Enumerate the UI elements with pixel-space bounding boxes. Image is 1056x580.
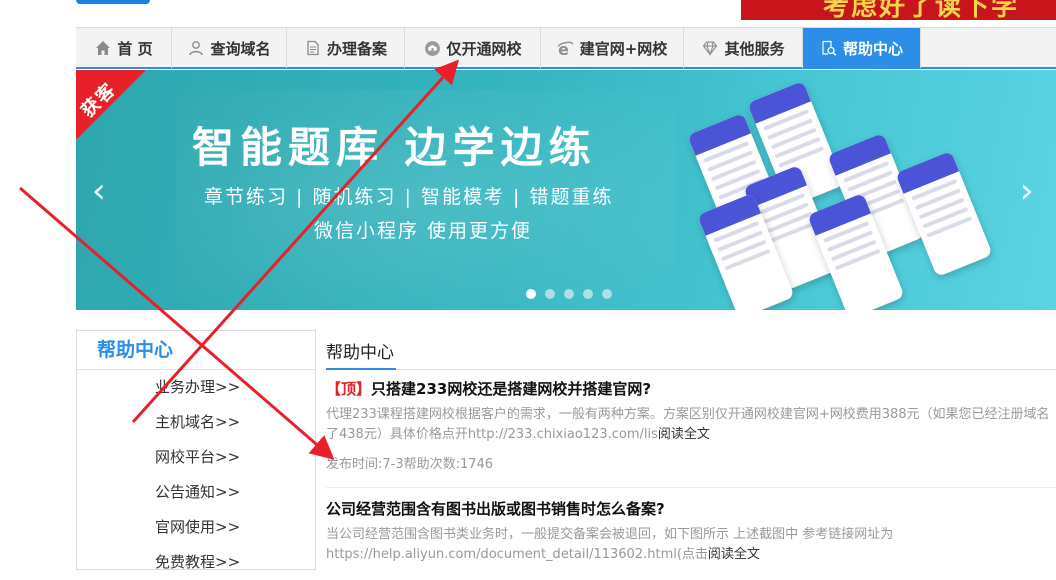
sidebar-item-announcements[interactable]: 公告通知>> bbox=[77, 475, 315, 510]
top-promo-banner[interactable]: 考虑好了读下学 bbox=[741, 0, 1056, 20]
nav-item-filing[interactable]: 办理备案 bbox=[287, 28, 405, 68]
nav-item-school-only[interactable]: 仅开通网校 bbox=[405, 28, 541, 68]
carousel-dots bbox=[526, 289, 612, 299]
browser-e-icon: e bbox=[557, 39, 575, 57]
article-summary: 代理233课程搭建网校根据客户的需求，一般有两种方案。方案区别仅开通网校建官网+… bbox=[326, 405, 1056, 445]
content-heading: 帮助中心 bbox=[326, 343, 394, 363]
read-more-link[interactable]: 阅读全文 bbox=[658, 427, 710, 442]
nav-item-home[interactable]: 首 页 bbox=[76, 28, 172, 68]
banner-subtitle-features: 章节练习 | 随机练习 | 智能模考 | 错题重练 bbox=[204, 186, 614, 208]
sidebar-item-website-usage[interactable]: 官网使用>> bbox=[77, 510, 315, 545]
article-divider bbox=[326, 487, 1056, 488]
article-title: 只搭建233网校还是搭建网校并搭建官网? bbox=[371, 380, 652, 398]
document-icon bbox=[304, 39, 322, 57]
carousel-dot-4[interactable] bbox=[583, 289, 593, 299]
school-icon bbox=[423, 39, 441, 57]
nav-label-site-school: 建官网+网校 bbox=[579, 39, 668, 58]
sidebar-item-school-platform[interactable]: 网校平台>> bbox=[77, 440, 315, 475]
top-strip: 考虑好了读下学 bbox=[0, 0, 1056, 26]
article-item: 【顶】只搭建233网校还是搭建网校并搭建官网? 代理233课程搭建网校根据客户的… bbox=[326, 378, 1056, 472]
article-meta: 发布时间:7-3帮助次数:1746 bbox=[326, 457, 494, 472]
main-nav: 首 页 查询域名 办理备案 仅开通网校 e 建官网+网校 其他服务 帮助中心 bbox=[76, 27, 1056, 69]
carousel-dot-3[interactable] bbox=[564, 289, 574, 299]
banner-title: 智能题库 边学边练 bbox=[192, 123, 597, 172]
nav-label-school-only: 仅开通网校 bbox=[446, 39, 522, 58]
logo[interactable] bbox=[76, 0, 150, 4]
nav-item-help-center[interactable]: 帮助中心 bbox=[803, 28, 921, 68]
sidebar-item-hosting-domain[interactable]: 主机域名>> bbox=[77, 405, 315, 440]
diamond-icon bbox=[701, 39, 719, 57]
nav-label-other-services: 其他服务 bbox=[724, 39, 785, 58]
heading-accent bbox=[326, 368, 396, 370]
heading-divider bbox=[326, 369, 1056, 370]
nav-item-other-services[interactable]: 其他服务 bbox=[684, 28, 803, 68]
banner-subtitle-miniprogram: 微信小程序 使用更方便 bbox=[314, 220, 533, 242]
carousel-banner[interactable]: 获客 智能题库 边学边练 章节练习 | 随机练习 | 智能模考 | 错题重练 微… bbox=[76, 70, 1056, 310]
carousel-next-icon[interactable]: › bbox=[1020, 174, 1034, 208]
help-content: 帮助中心 【顶】只搭建233网校还是搭建网校并搭建官网? 代理233课程搭建网校… bbox=[316, 330, 1056, 562]
nav-item-domain[interactable]: 查询域名 bbox=[172, 28, 287, 68]
carousel-dot-5[interactable] bbox=[602, 289, 612, 299]
user-icon bbox=[187, 39, 205, 57]
search-doc-icon bbox=[820, 39, 838, 57]
nav-label-filing: 办理备案 bbox=[326, 39, 387, 58]
read-more-link[interactable]: 阅读全文 bbox=[708, 547, 760, 562]
article-summary: 当公司经营范围含图书类业务时，一般提交备案会被退回，如下图所示 上述截图中 参考… bbox=[326, 525, 1056, 565]
article-title: 公司经营范围含有图书出版或图书销售时怎么备案? bbox=[326, 500, 665, 518]
nav-label-help-center: 帮助中心 bbox=[842, 39, 903, 58]
carousel-dot-1[interactable] bbox=[526, 289, 536, 299]
top-promo-text: 考虑好了读下学 bbox=[823, 0, 1020, 20]
article-title-link[interactable]: 【顶】只搭建233网校还是搭建网校并搭建官网? bbox=[326, 378, 1056, 399]
nav-label-home: 首 页 bbox=[117, 39, 153, 58]
pinned-tag: 【顶】 bbox=[326, 380, 372, 398]
sidebar-list: 业务办理>> 主机域名>> 网校平台>> 公告通知>> 官网使用>> 免费教程>… bbox=[77, 370, 315, 580]
sidebar-item-free-tutorials[interactable]: 免费教程>> bbox=[77, 545, 315, 580]
article-title-link[interactable]: 公司经营范围含有图书出版或图书销售时怎么备案? bbox=[326, 498, 1056, 519]
nav-label-domain: 查询域名 bbox=[210, 39, 271, 58]
article-item: 公司经营范围含有图书出版或图书销售时怎么备案? 当公司经营范围含图书类业务时，一… bbox=[326, 498, 1056, 565]
phone-mockups bbox=[686, 80, 1006, 310]
sidebar-item-business[interactable]: 业务办理>> bbox=[77, 370, 315, 405]
help-sidebar: 帮助中心 业务办理>> 主机域名>> 网校平台>> 公告通知>> 官网使用>> … bbox=[76, 330, 316, 571]
home-icon bbox=[94, 39, 112, 57]
sidebar-title: 帮助中心 bbox=[77, 331, 315, 370]
carousel-prev-icon[interactable]: ‹ bbox=[92, 174, 106, 208]
carousel-dot-2[interactable] bbox=[545, 289, 555, 299]
nav-item-site-school[interactable]: e 建官网+网校 bbox=[541, 28, 684, 68]
